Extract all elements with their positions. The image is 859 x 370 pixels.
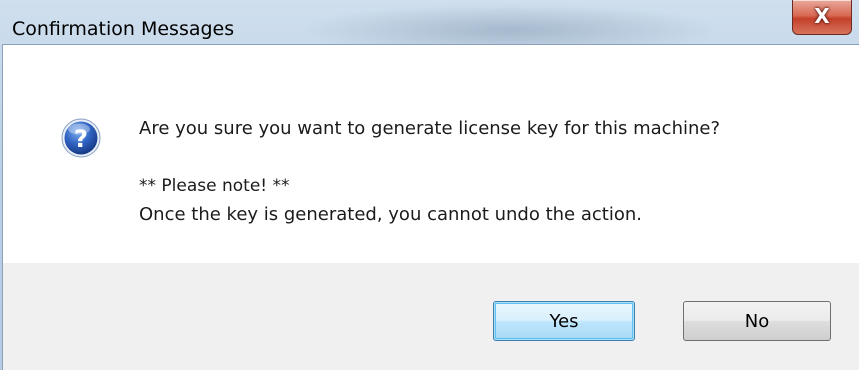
question-icon: ? xyxy=(61,118,101,158)
no-button[interactable]: No xyxy=(683,301,831,341)
dialog-window: Confirmation Messages X ? Are you sure y… xyxy=(0,0,859,370)
dialog-client-area: ? Are you sure you want to generate lice… xyxy=(2,44,859,370)
close-icon: X xyxy=(814,4,830,28)
window-title: Confirmation Messages xyxy=(12,18,235,40)
message-line-warning: Once the key is generated, you cannot un… xyxy=(139,204,642,225)
background-blur xyxy=(300,4,720,48)
message-line-question: Are you sure you want to generate licens… xyxy=(139,118,721,139)
close-button[interactable]: X xyxy=(792,0,852,35)
yes-button[interactable]: Yes xyxy=(493,301,635,341)
message-area: ? Are you sure you want to generate lice… xyxy=(3,45,859,263)
message-line-note: ** Please note! ** xyxy=(139,176,290,196)
svg-text:?: ? xyxy=(74,125,88,153)
